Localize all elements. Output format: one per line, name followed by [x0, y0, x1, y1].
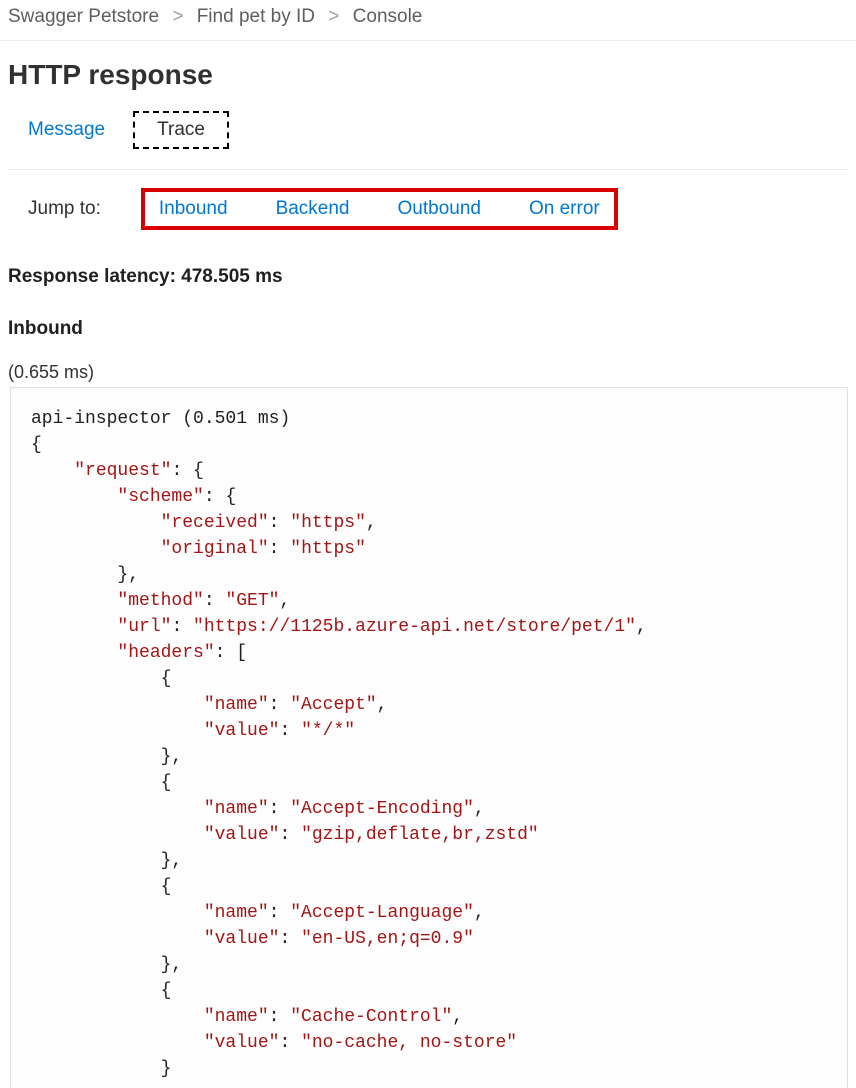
breadcrumb-item[interactable]: Find pet by ID [197, 6, 315, 27]
tab-message[interactable]: Message [28, 119, 105, 149]
trace-code[interactable]: api-inspector (0.501 ms) { "request": { … [11, 406, 847, 1088]
breadcrumb-sep: > [164, 6, 191, 27]
page-title: HTTP response [8, 59, 848, 91]
jump-link-outbound[interactable]: Outbound [398, 198, 481, 220]
section-heading-inbound: Inbound [8, 318, 848, 340]
jump-to-row: Jump to: Inbound Backend Outbound On err… [8, 188, 848, 230]
tab-trace[interactable]: Trace [133, 111, 229, 149]
breadcrumb-item[interactable]: Swagger Petstore [8, 6, 159, 27]
breadcrumb-item[interactable]: Console [353, 6, 423, 27]
jump-link-inbound[interactable]: Inbound [159, 198, 228, 220]
jump-link-onerror[interactable]: On error [529, 198, 600, 220]
jump-link-backend[interactable]: Backend [276, 198, 350, 220]
breadcrumb: Swagger Petstore > Find pet by ID > Cons… [0, 0, 856, 41]
response-latency: Response latency: 478.505 ms [8, 266, 848, 288]
jump-to-label: Jump to: [28, 198, 101, 220]
response-tabs: Message Trace [8, 119, 848, 170]
breadcrumb-sep: > [320, 6, 347, 27]
trace-code-block: api-inspector (0.501 ms) { "request": { … [10, 387, 848, 1088]
section-time-inbound: (0.655 ms) [8, 362, 848, 383]
jump-links-box: Inbound Backend Outbound On error [141, 188, 618, 230]
